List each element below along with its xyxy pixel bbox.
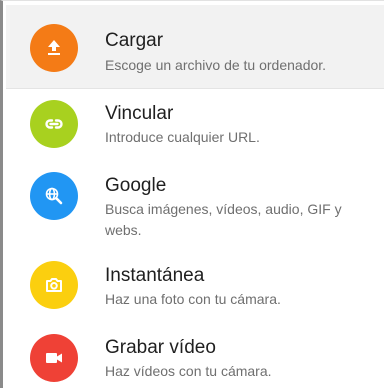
menu-item-record-video[interactable]: Grabar vídeo Haz vídeos con tu cámara.	[6, 323, 384, 389]
web-search-icon	[30, 172, 78, 220]
menu-item-description: Haz vídeos con tu cámara.	[105, 363, 272, 379]
menu-item-title: Vincular	[105, 103, 174, 124]
menu-item-title: Grabar vídeo	[105, 337, 216, 358]
menu-item-title: Google	[105, 175, 167, 196]
menu-item-description: Busca imágenes, vídeos, audio, GIF y web…	[105, 201, 342, 238]
link-icon	[30, 100, 78, 148]
menu-item-description: Haz una foto con tu cámara.	[105, 291, 281, 307]
menu-item-link[interactable]: Vincular Introduce cualquier URL.	[6, 89, 384, 161]
menu-item-description: Escoge un archivo de tu ordenador.	[105, 57, 327, 73]
menu-item-title: Cargar	[105, 30, 164, 51]
menu-item-upload[interactable]: Cargar Escoge un archivo de tu ordenador…	[6, 5, 384, 89]
menu-item-google-search[interactable]: Google Busca imágenes, vídeos, audio, GI…	[6, 161, 384, 251]
menu-item-snapshot[interactable]: Instantánea Haz una foto con tu cámara.	[6, 251, 384, 323]
add-content-menu: Cargar Escoge un archivo de tu ordenador…	[0, 0, 384, 388]
menu-item-title: Instantánea	[105, 265, 205, 286]
menu-item-description: Introduce cualquier URL.	[105, 129, 260, 145]
upload-icon	[30, 24, 78, 72]
video-camera-icon	[30, 334, 78, 382]
camera-icon	[30, 261, 78, 309]
